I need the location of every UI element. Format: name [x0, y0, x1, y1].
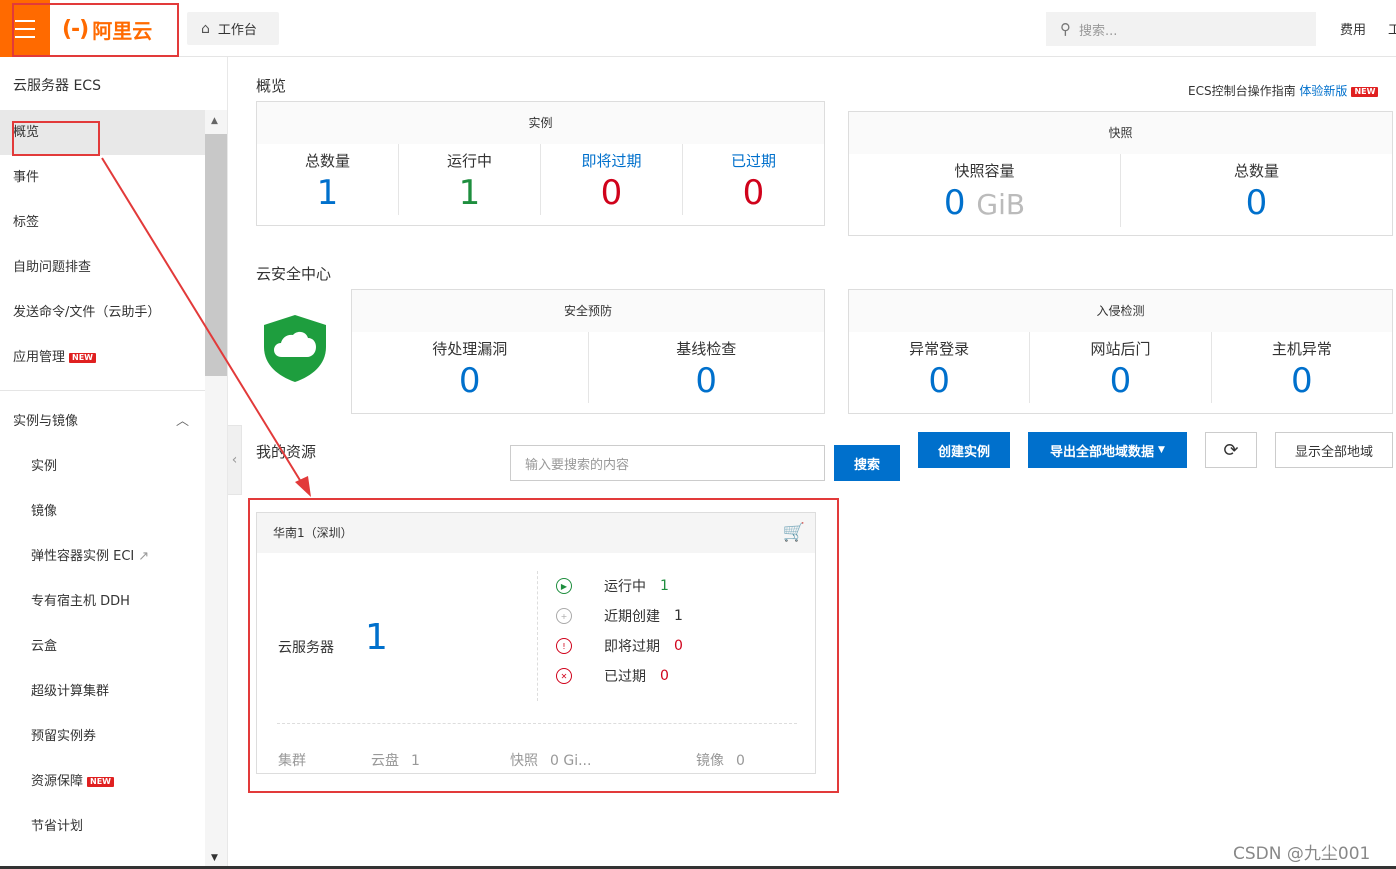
watermark: CSDN @九尘001: [1233, 844, 1371, 864]
annotation-arrow-icon: [101, 157, 311, 497]
